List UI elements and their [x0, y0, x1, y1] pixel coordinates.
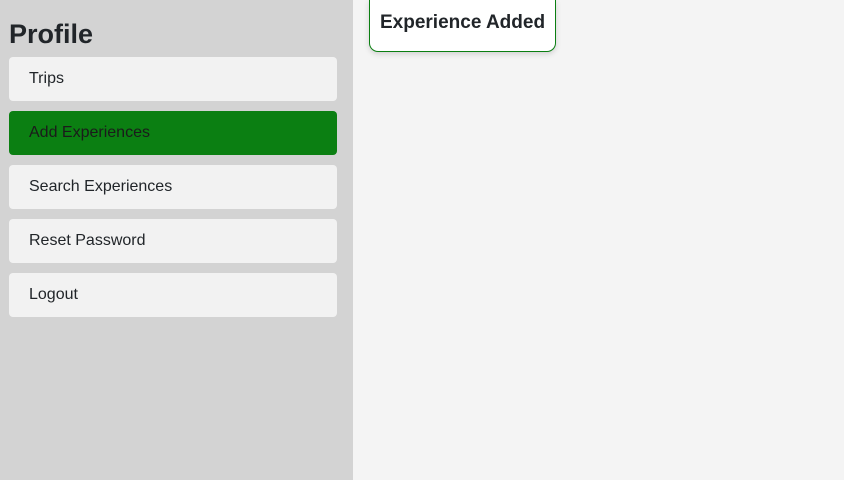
sidebar-nav: Trips Add Experiences Search Experiences…: [9, 57, 337, 327]
main-content: Experience Added: [353, 0, 844, 480]
sidebar-item-reset-password[interactable]: Reset Password: [9, 219, 337, 263]
sidebar-title: Profile: [9, 19, 94, 49]
success-toast: Experience Added: [369, 0, 557, 52]
sidebar: Profile Trips Add Experiences Search Exp…: [0, 0, 353, 480]
app-window: Profile Trips Add Experiences Search Exp…: [0, 0, 844, 480]
sidebar-item-trips[interactable]: Trips: [9, 57, 337, 101]
sidebar-item-logout[interactable]: Logout: [9, 273, 337, 317]
sidebar-item-add-experiences[interactable]: Add Experiences: [9, 111, 337, 155]
toast-message: Experience Added: [380, 11, 546, 33]
sidebar-item-search-experiences[interactable]: Search Experiences: [9, 165, 337, 209]
